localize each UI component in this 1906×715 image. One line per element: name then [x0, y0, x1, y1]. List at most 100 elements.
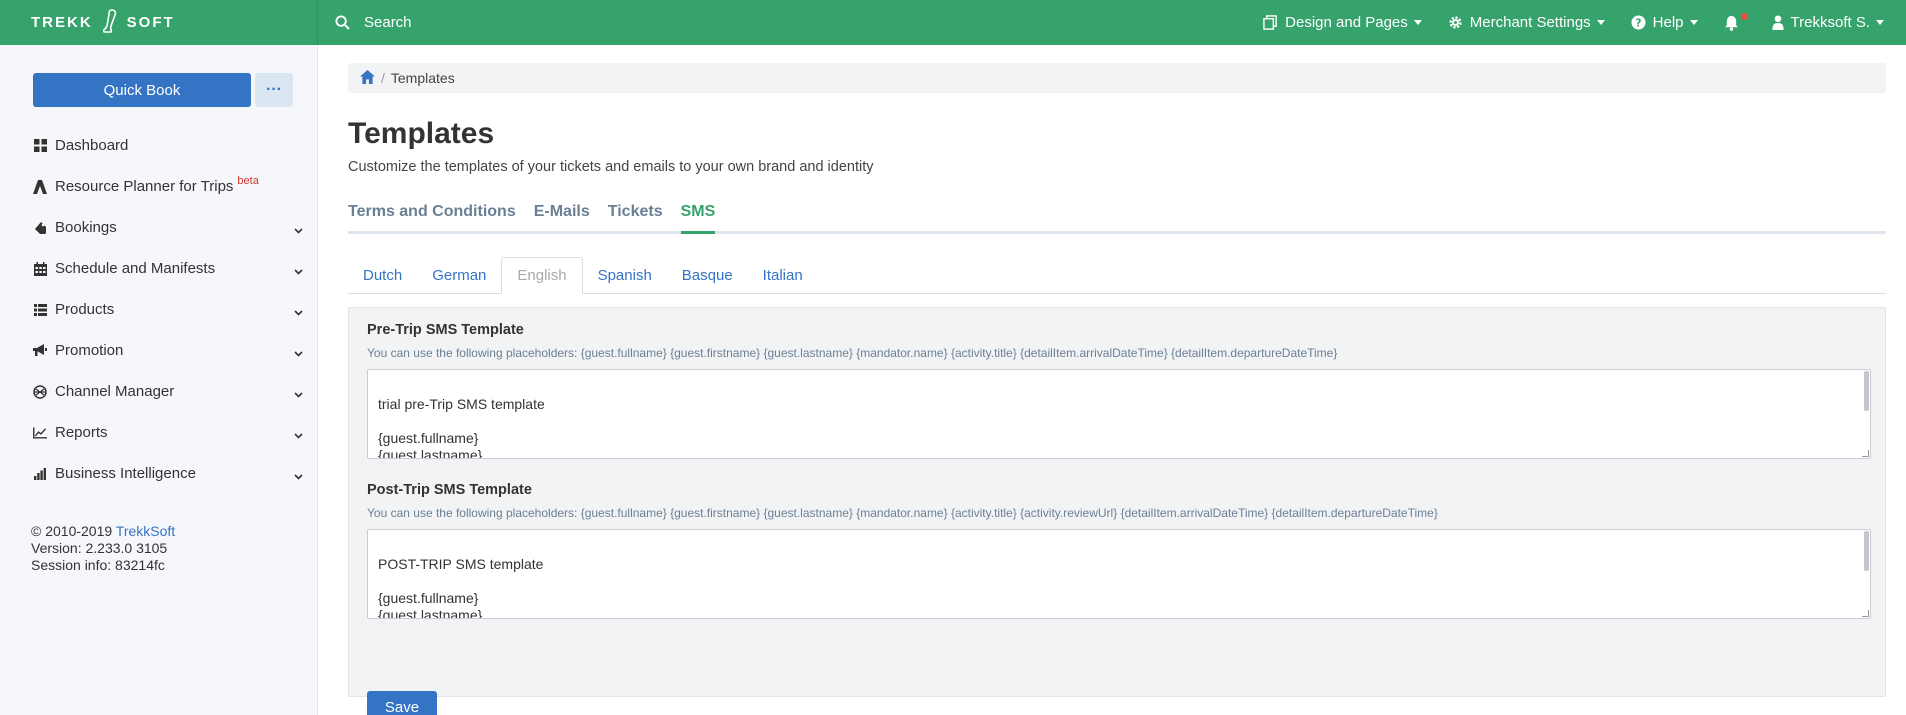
bell-icon	[1724, 15, 1738, 31]
lang-tab-dutch[interactable]: Dutch	[348, 256, 417, 293]
copyright-line: © 2010-2019 TrekkSoft	[31, 523, 175, 540]
template-tabs: Terms and Conditions E-Mails Tickets SMS	[348, 203, 1886, 234]
breadcrumb-separator: /	[381, 70, 385, 86]
sidebar-item-business-intelligence[interactable]: Business Intelligence	[33, 453, 303, 494]
breadcrumb-current: Templates	[390, 70, 455, 86]
home-icon[interactable]	[360, 69, 375, 87]
top-nav: Design and Pages Merchant Settings ? Hel…	[1237, 12, 1906, 31]
sidebar-item-label: Business Intelligence	[55, 465, 196, 482]
sidebar-item-dashboard[interactable]: Dashboard	[33, 125, 303, 166]
design-pages-label: Design and Pages	[1285, 14, 1408, 31]
scrollbar[interactable]	[1864, 531, 1869, 571]
lang-tab-english[interactable]: English	[501, 257, 583, 294]
caret-down-icon	[1689, 20, 1698, 25]
page-subtitle: Customize the templates of your tickets …	[348, 159, 874, 175]
megaphone-icon	[33, 344, 47, 358]
pre-trip-textarea[interactable]: trial pre-Trip SMS template {guest.fulln…	[367, 369, 1871, 459]
sidebar-item-schedule[interactable]: Schedule and Manifests	[33, 248, 303, 289]
language-tabs: Dutch German English Spanish Basque Ital…	[348, 257, 1886, 294]
boot-icon	[102, 8, 117, 37]
resize-handle[interactable]	[1862, 450, 1869, 457]
tent-icon	[33, 179, 47, 194]
sidebar-item-label: Promotion	[55, 342, 124, 359]
session-text: Session info: 83214fc	[31, 557, 165, 573]
notifications-button[interactable]	[1724, 12, 1748, 31]
post-trip-label: Post-Trip SMS Template	[367, 482, 532, 498]
chevron-down-icon	[294, 467, 303, 484]
page-title: Templates	[348, 117, 495, 150]
sidebar-item-label: Bookings	[55, 219, 117, 236]
design-pages-menu[interactable]: Design and Pages	[1263, 14, 1422, 31]
chevron-down-icon	[294, 262, 303, 279]
sidebar: Quick Book ··· Dashboard Resource Planne…	[0, 45, 318, 715]
chevron-down-icon	[294, 221, 303, 238]
sidebar-item-promotion[interactable]: Promotion	[33, 330, 303, 371]
list-icon	[33, 303, 47, 317]
pre-trip-label: Pre-Trip SMS Template	[367, 322, 524, 338]
quick-book-button[interactable]: Quick Book	[33, 73, 251, 107]
calendar-icon	[33, 261, 47, 276]
pre-trip-value: trial pre-Trip SMS template {guest.fulln…	[378, 396, 545, 459]
gear-icon	[1449, 16, 1462, 29]
network-icon	[33, 384, 47, 399]
chevron-down-icon	[294, 303, 303, 320]
post-trip-textarea[interactable]: POST-TRIP SMS template {guest.fullname} …	[367, 529, 1871, 619]
sidebar-item-resource-planner[interactable]: Resource Planner for Trips beta	[33, 166, 303, 207]
lang-tab-basque[interactable]: Basque	[667, 256, 748, 293]
tag-icon	[33, 221, 47, 235]
post-trip-help: You can use the following placeholders: …	[367, 506, 1438, 520]
tab-sms[interactable]: SMS	[680, 203, 716, 234]
more-options-button[interactable]: ···	[255, 73, 293, 107]
caret-down-icon	[1413, 20, 1422, 25]
sidebar-item-channel-manager[interactable]: Channel Manager	[33, 371, 303, 412]
merchant-settings-menu[interactable]: Merchant Settings	[1448, 14, 1605, 31]
scrollbar[interactable]	[1864, 371, 1869, 411]
sidebar-item-reports[interactable]: Reports	[33, 412, 303, 453]
bar-chart-icon	[33, 467, 47, 481]
search-label[interactable]: Search	[364, 14, 412, 31]
beta-badge: beta	[237, 174, 259, 187]
copyright-text: © 2010-2019	[31, 523, 116, 539]
version-text: Version: 2.233.0 3105	[31, 540, 168, 556]
caret-down-icon	[1876, 20, 1884, 25]
sidebar-item-bookings[interactable]: Bookings	[33, 207, 303, 248]
brand-logo[interactable]: TREKK SOFT	[0, 0, 318, 45]
caret-down-icon	[1596, 20, 1605, 25]
post-trip-value: POST-TRIP SMS template {guest.fullname} …	[378, 556, 544, 619]
help-menu[interactable]: ? Help	[1631, 14, 1698, 31]
pages-icon	[1263, 15, 1277, 30]
tab-tickets[interactable]: Tickets	[608, 203, 663, 231]
sidebar-item-label: Resource Planner for Trips	[55, 178, 234, 195]
resize-handle[interactable]	[1862, 610, 1869, 617]
sidebar-item-label: Reports	[55, 424, 108, 441]
pre-trip-help: You can use the following placeholders: …	[367, 346, 1338, 360]
main-content: / Templates Templates Customize the temp…	[319, 45, 1906, 715]
lang-tab-italian[interactable]: Italian	[748, 256, 818, 293]
lang-tab-german[interactable]: German	[417, 256, 501, 293]
tab-emails[interactable]: E-Mails	[534, 203, 590, 231]
sidebar-item-products[interactable]: Products	[33, 289, 303, 330]
sidebar-item-label: Dashboard	[55, 137, 129, 154]
chevron-down-icon	[294, 426, 303, 443]
sidebar-item-label: Products	[55, 301, 115, 318]
breadcrumb: / Templates	[348, 63, 1886, 93]
line-chart-icon	[33, 426, 47, 440]
top-bar: TREKK SOFT Search Design and Pages Merch…	[0, 0, 1906, 45]
user-menu[interactable]: Trekksoft S.	[1771, 14, 1884, 31]
search-bar[interactable]: Search	[318, 14, 1237, 31]
sidebar-item-label: Channel Manager	[55, 383, 175, 400]
save-button[interactable]: Save	[367, 691, 437, 715]
help-label: Help	[1652, 14, 1684, 31]
grid-icon	[33, 139, 47, 153]
user-icon	[1771, 15, 1784, 30]
notification-dot	[1740, 12, 1748, 20]
search-icon	[335, 15, 350, 30]
quick-book-group: Quick Book ···	[33, 73, 293, 107]
lang-tab-spanish[interactable]: Spanish	[583, 256, 667, 293]
chevron-down-icon	[294, 344, 303, 361]
chevron-down-icon	[294, 385, 303, 402]
trekksoft-link[interactable]: TrekkSoft	[116, 523, 175, 539]
question-circle-icon: ?	[1631, 15, 1646, 30]
brand-left: TREKK	[31, 14, 93, 31]
tab-terms-and-conditions[interactable]: Terms and Conditions	[348, 203, 516, 231]
